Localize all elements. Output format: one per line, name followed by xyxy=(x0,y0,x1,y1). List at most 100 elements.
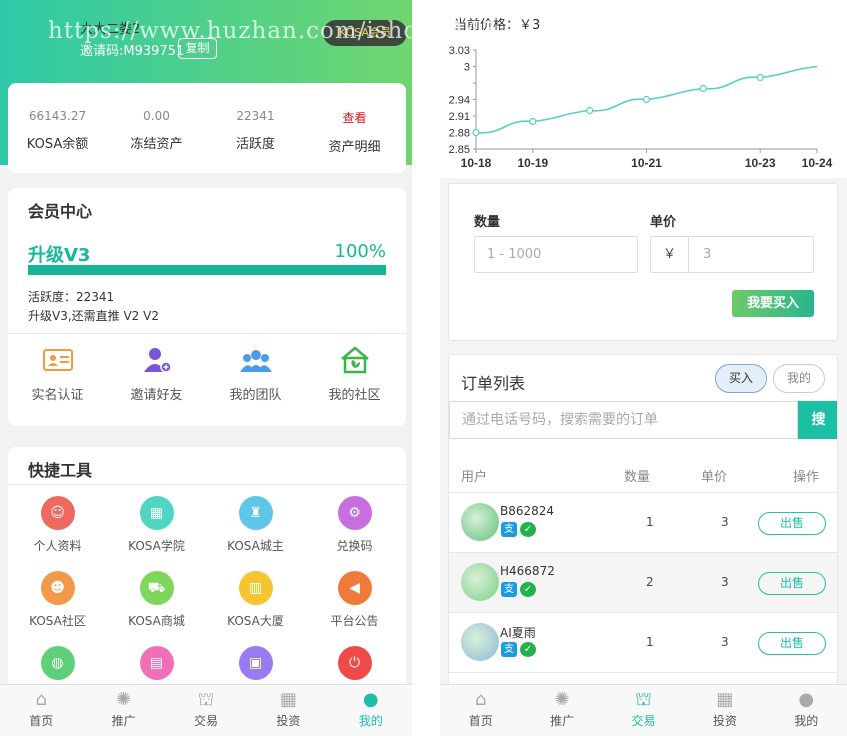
tab-label: 我的 xyxy=(358,714,383,728)
tool-item[interactable]: ▤ xyxy=(107,646,206,687)
tab-bank[interactable]: ⛫ 交易 xyxy=(165,685,247,736)
progress-fill xyxy=(28,265,386,275)
tab-invest[interactable]: ▦ 投资 xyxy=(684,685,765,736)
tool-circle: ▥ xyxy=(238,571,273,605)
y-tick-label: 3.03 xyxy=(449,45,470,57)
upgrade-level: 升级V3 xyxy=(28,245,91,266)
qty-cell: 1 xyxy=(646,635,654,649)
price-field-label: 单价 xyxy=(650,215,677,230)
member-badge[interactable]: KOSA会员 xyxy=(323,20,407,46)
col-op: 操作 xyxy=(793,470,820,485)
search-button[interactable]: 搜 xyxy=(798,401,837,439)
tab-promote[interactable]: ✺ 推广 xyxy=(82,685,164,736)
price-cell: 3 xyxy=(721,635,729,649)
action-invite[interactable]: 邀请好友 xyxy=(107,346,206,403)
y-tick-label: 2.88 xyxy=(449,128,470,140)
invest-icon: ▦ xyxy=(716,689,734,710)
data-point xyxy=(529,117,537,126)
sell-button[interactable]: 出售 xyxy=(758,572,826,595)
copy-button[interactable]: 复制 xyxy=(178,38,217,59)
alipay-icon: 支 xyxy=(501,582,517,597)
panel-gap xyxy=(412,0,440,736)
home-icon: ⌂ xyxy=(35,689,47,710)
tool-label: 个人资料 xyxy=(33,539,82,553)
power-icon: ⏻ xyxy=(348,655,361,671)
tab-bank[interactable]: ⛫ 交易 xyxy=(603,685,684,736)
bottom-tab-bar: ⌂ 首页 ✺ 推广 ⛫ 交易 ▦ 投资 ● 我的 xyxy=(440,684,847,736)
tab-home[interactable]: ⌂ 首页 xyxy=(440,685,521,736)
tool-circle: ◀ xyxy=(337,571,372,605)
tool-item[interactable]: ☺ 个人资料 xyxy=(8,496,107,554)
table-row: AI夏雨支 ✓ 1 3 出售 xyxy=(449,612,837,672)
tab-home[interactable]: ⌂ 首页 xyxy=(0,685,82,736)
tool-item[interactable]: ☻ KOSA社区 xyxy=(8,571,107,629)
buy-button[interactable]: 我要买入 xyxy=(732,290,814,317)
currency-symbol: ￥ xyxy=(651,237,689,272)
tab-mine[interactable]: 我的 xyxy=(773,364,825,393)
price-input[interactable]: ￥ 3 xyxy=(650,236,814,273)
tool-item[interactable]: ▦ KOSA学院 xyxy=(107,496,206,554)
action-real-name[interactable]: 实名认证 xyxy=(8,346,107,403)
data-point xyxy=(756,73,764,82)
wechat-pay-icon: ✓ xyxy=(520,642,536,657)
tool-label: KOSA商城 xyxy=(128,614,185,628)
sell-button[interactable]: 出售 xyxy=(758,632,826,655)
tool-item[interactable]: ⏻ xyxy=(305,646,404,687)
tool-circle: ☺ xyxy=(40,496,75,530)
tab-user[interactable]: ● 我的 xyxy=(766,685,847,736)
tab-label: 我的 xyxy=(794,714,819,728)
building-icon: ▥ xyxy=(248,580,263,596)
tool-circle: ▤ xyxy=(139,646,174,680)
community-icon: ☻ xyxy=(50,580,65,596)
action-team[interactable]: 我的团队 xyxy=(206,346,305,403)
tool-item[interactable]: ⛟ KOSA商城 xyxy=(107,571,206,629)
sell-button[interactable]: 出售 xyxy=(758,512,826,535)
stat-asset-details[interactable]: 查看 资产明细 xyxy=(305,109,404,155)
tool-circle: ☻ xyxy=(40,571,75,605)
tab-label: 交易 xyxy=(631,714,656,728)
data-point xyxy=(642,95,651,104)
tab-user[interactable]: ● 我的 xyxy=(330,685,412,736)
y-tick-label: 2.85 xyxy=(449,144,470,156)
tool-label: KOSA城主 xyxy=(227,539,284,553)
tool-label: KOSA学院 xyxy=(128,539,185,553)
qty-input[interactable]: 1 - 1000 xyxy=(474,236,638,273)
globe-icon: ◍ xyxy=(51,655,64,671)
view-link[interactable]: 查看 xyxy=(305,109,404,126)
divider xyxy=(8,484,406,485)
price-line-chart: 2.85 2.88 2.91 2.94 3 3.03 10-18 10-19 10-21 10-2… xyxy=(449,45,833,170)
stat-value: 22341 xyxy=(236,109,275,123)
tool-circle: ◍ xyxy=(40,646,75,680)
x-tick-label: 10-21 xyxy=(631,156,662,170)
table-row: H466872 支 ✓ 2 3 出售 xyxy=(449,552,837,612)
order-list-card: 订单列表 买入 我的 通过电话号码，搜索需要的订单 搜 用户 数量 单价 操作 … xyxy=(448,354,838,694)
tool-item[interactable]: ▣ xyxy=(206,646,305,687)
tab-label: 推广 xyxy=(550,714,575,728)
stat-frozen: 0.00 冻结资产 xyxy=(107,109,206,152)
tool-item[interactable]: ◍ xyxy=(8,646,107,687)
tab-promote[interactable]: ✺ 推广 xyxy=(521,685,602,736)
upgrade-percent: 100% xyxy=(334,241,386,262)
avatar xyxy=(461,623,499,661)
action-community[interactable]: 我的社区 xyxy=(305,346,404,403)
x-tick-label: 10-24 xyxy=(802,156,833,170)
search-input[interactable]: 通过电话号码，搜索需要的订单 xyxy=(449,401,798,439)
tool-item[interactable]: ♜ KOSA城主 xyxy=(206,496,305,554)
home-icon: ⌂ xyxy=(474,689,487,710)
tool-circle: ▦ xyxy=(139,496,174,530)
tool-item[interactable]: ⚙ 兑换码 xyxy=(305,496,404,554)
tool-circle: ♜ xyxy=(238,496,273,530)
tool-item[interactable]: ▥ KOSA大厦 xyxy=(206,571,305,629)
action-label: 邀请好友 xyxy=(130,388,183,403)
order-list-title: 订单列表 xyxy=(461,374,526,393)
tab-invest[interactable]: ▦ 投资 xyxy=(247,685,329,736)
member-center-card: 会员中心 升级V3 100% 活跃度：22341 升级V3,还需直推 V2 V2… xyxy=(8,188,406,426)
tab-buy[interactable]: 买入 xyxy=(715,364,767,393)
data-point xyxy=(699,84,707,93)
qty-cell: 2 xyxy=(646,575,654,589)
col-user: 用户 xyxy=(461,470,488,485)
tool-item[interactable]: ◀ 平台公告 xyxy=(305,571,404,629)
user-name: H466872 xyxy=(500,564,555,578)
castle-icon: ♜ xyxy=(249,505,262,521)
y-tick-label: 3 xyxy=(464,62,470,74)
